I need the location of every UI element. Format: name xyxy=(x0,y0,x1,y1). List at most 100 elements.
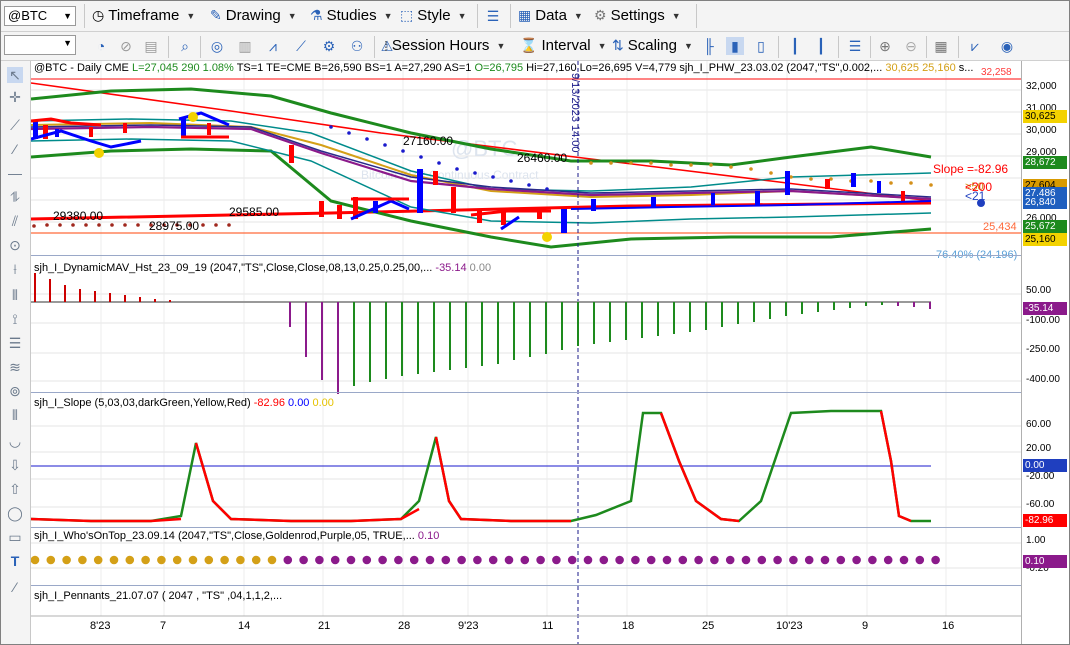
add-chart-icon[interactable]: ⩗ xyxy=(966,37,984,55)
drawing-label: Drawing xyxy=(225,7,281,24)
horizontal-line-icon[interactable]: — xyxy=(7,165,23,181)
bar-width-icon[interactable]: ┃ xyxy=(812,37,830,55)
chevron-down-icon[interactable]: ▼ xyxy=(63,7,72,25)
ellipse-icon[interactable]: ◯ xyxy=(7,505,23,521)
slope-line-red xyxy=(31,517,182,523)
object-icon[interactable]: ⚇ xyxy=(348,37,366,55)
slope-line-red xyxy=(659,412,740,523)
who-tick: 1.00 xyxy=(1026,535,1046,546)
hollow-candle-icon[interactable]: ▯ xyxy=(752,37,770,55)
parallel-lines-icon[interactable]: ⫽ xyxy=(7,213,23,229)
channel-icon[interactable]: ⥮ xyxy=(7,189,23,205)
x-axis-label: 25 xyxy=(702,620,715,632)
price-tag-28672: 28,672 xyxy=(1023,156,1067,169)
chevron-down-icon[interactable]: ▼ xyxy=(63,38,72,48)
whos-on-top-dot xyxy=(694,555,703,565)
ray-icon[interactable]: ⁄ xyxy=(7,141,23,157)
interval-menu[interactable]: ⌛ Interval ▼ xyxy=(520,37,607,54)
layout-icon[interactable]: ☰ xyxy=(846,37,864,55)
toolbar-divider xyxy=(510,4,511,28)
drawing-menu[interactable]: ✎ Drawing ▼ xyxy=(210,7,297,24)
whos-on-top-dot xyxy=(504,555,514,565)
whos-on-top-dot xyxy=(362,555,372,565)
arc-icon[interactable]: ◡ xyxy=(7,433,23,449)
scaling-menu[interactable]: ⇅ Scaling ▼ xyxy=(612,37,693,54)
indicator-icon[interactable]: ⚙ xyxy=(320,37,338,55)
zoom-in-icon[interactable]: ⊕ xyxy=(876,37,894,55)
mav-pane-label[interactable]: sjh_I_DynamicMAV_Hst_23_09_19 (2047,"TS"… xyxy=(34,262,491,274)
trendline-icon[interactable]: ⟋ xyxy=(7,117,23,133)
speed-icon[interactable]: ◎ xyxy=(208,37,226,55)
whos-on-top-dot xyxy=(441,555,451,565)
chevron-down-icon: ▼ xyxy=(457,10,467,21)
slope-tick: 60.00 xyxy=(1026,419,1052,430)
browser-icon[interactable]: ◉ xyxy=(998,37,1016,55)
x-axis-label: 8'23 xyxy=(90,620,111,632)
toolbar-divider xyxy=(926,36,927,58)
chevron-down-icon: ▼ xyxy=(186,10,196,21)
pane-divider[interactable] xyxy=(31,527,1021,528)
data-menu[interactable]: ▦ Data ▼ xyxy=(518,7,583,24)
style-menu[interactable]: ⬚ Style ▼ xyxy=(400,7,467,24)
session-hours-menu[interactable]: ⁞ Session Hours ▼ xyxy=(384,37,505,54)
pane-divider[interactable] xyxy=(31,392,1021,393)
whos-on-top-dot xyxy=(710,555,719,565)
whos-on-top-dot xyxy=(394,555,403,565)
crosshair-icon[interactable]: ✛ xyxy=(7,89,23,105)
slope-pane-label[interactable]: sjh_I_Slope (5,03,03,darkGreen,Yellow,Re… xyxy=(34,397,334,409)
whos-on-top-dot xyxy=(62,555,71,565)
arrow-down-icon[interactable]: ⇩ xyxy=(7,457,23,473)
whos-on-top-dot xyxy=(299,555,308,565)
timeframe-menu[interactable]: ◷ Timeframe ▼ xyxy=(92,7,195,24)
ohlc-icon[interactable]: ╟ xyxy=(700,37,718,55)
bar-spacing-icon[interactable]: ┃ xyxy=(786,37,804,55)
symbol-input[interactable]: @BTC ▼ xyxy=(4,6,76,26)
x-axis-label: 10'23 xyxy=(776,620,803,632)
print-icon[interactable]: ▦ xyxy=(932,37,950,55)
settings-menu[interactable]: ⚙ Settings ▼ xyxy=(594,7,681,24)
x-axis-label: 21 xyxy=(318,620,331,632)
magnify-icon[interactable]: ⌕ xyxy=(176,37,194,55)
layout-icon[interactable]: ☰ xyxy=(484,7,502,25)
gann-icon[interactable]: ⟊ xyxy=(7,261,23,277)
grid-icon[interactable]: ▤ xyxy=(142,37,160,55)
fib-levels-icon[interactable]: ☰ xyxy=(7,335,23,351)
pane-divider[interactable] xyxy=(31,255,1021,256)
whos-on-top-dot xyxy=(868,555,877,565)
toolbar-divider xyxy=(838,36,839,58)
rectangle-icon[interactable]: ▭ xyxy=(7,529,23,545)
slope-tick: 20.00 xyxy=(1026,443,1052,454)
text-tool-icon[interactable]: T xyxy=(7,553,23,569)
bars-icon[interactable]: ▥ xyxy=(236,37,254,55)
erase-icon[interactable]: ⁄ xyxy=(7,579,23,595)
cursor-icon[interactable]: ↖ xyxy=(7,67,23,83)
pane-divider[interactable] xyxy=(31,585,1021,586)
interval-label: Interval xyxy=(541,37,591,54)
mav-value: -35.14 xyxy=(435,262,467,274)
who-pane-label[interactable]: sjh_I_Who'sOnTop_23.09.14 (2047,"TS",Clo… xyxy=(34,530,439,542)
pennants-pane-label[interactable]: sjh_I_Pennants_21.07.07 ( 2047 , "TS" ,0… xyxy=(34,590,282,602)
slope-zero-tag: 0.00 xyxy=(1023,459,1067,472)
chart-canvas[interactable]: @BTC Bitcoin BRR Continuous Contract 9/1… xyxy=(31,61,1021,645)
who-value: 0.10 xyxy=(417,530,440,542)
whos-on-top-dot xyxy=(46,555,56,565)
header-study-more: s... xyxy=(958,62,974,74)
workspace-select[interactable]: ▼ xyxy=(4,35,76,55)
fan-icon[interactable]: ⟟ xyxy=(7,311,23,327)
drawing-tools-sidebar: ↖ ✛ ⟋ ⁄ — ⥮ ⫽ ⊙ ⟊ ⦀ ⟟ ☰ ≋ ⊚ ⦀ ◡ ⇩ ⇧ ◯ ▭ … xyxy=(0,61,31,645)
candlestick-icon[interactable]: ▮ xyxy=(726,37,744,55)
vertical-bars-icon[interactable]: ⦀ xyxy=(7,287,23,303)
time-zones-icon[interactable]: ⦀ xyxy=(7,407,23,423)
chart-line-icon[interactable]: ⩘ xyxy=(264,37,282,55)
studies-menu[interactable]: ⚗ Studies ▼ xyxy=(310,7,393,24)
link-icon[interactable]: ⊘ xyxy=(117,37,135,55)
trend-icon[interactable]: ⟋ xyxy=(292,37,310,55)
pennants-study-name: sjh_I_Pennants_21.07.07 ( 2047 , "TS" ,0… xyxy=(34,590,283,602)
cycle-icon[interactable]: ⊚ xyxy=(7,383,23,399)
regression-icon[interactable]: ≋ xyxy=(7,359,23,375)
refresh-icon[interactable]: ◔ xyxy=(92,37,110,55)
arrow-up-icon[interactable]: ⇧ xyxy=(7,481,23,497)
x-axis-label: 9'23 xyxy=(458,620,479,632)
zoom-out-icon[interactable]: ⊖ xyxy=(902,37,920,55)
fib-icon[interactable]: ⊙ xyxy=(7,237,23,253)
